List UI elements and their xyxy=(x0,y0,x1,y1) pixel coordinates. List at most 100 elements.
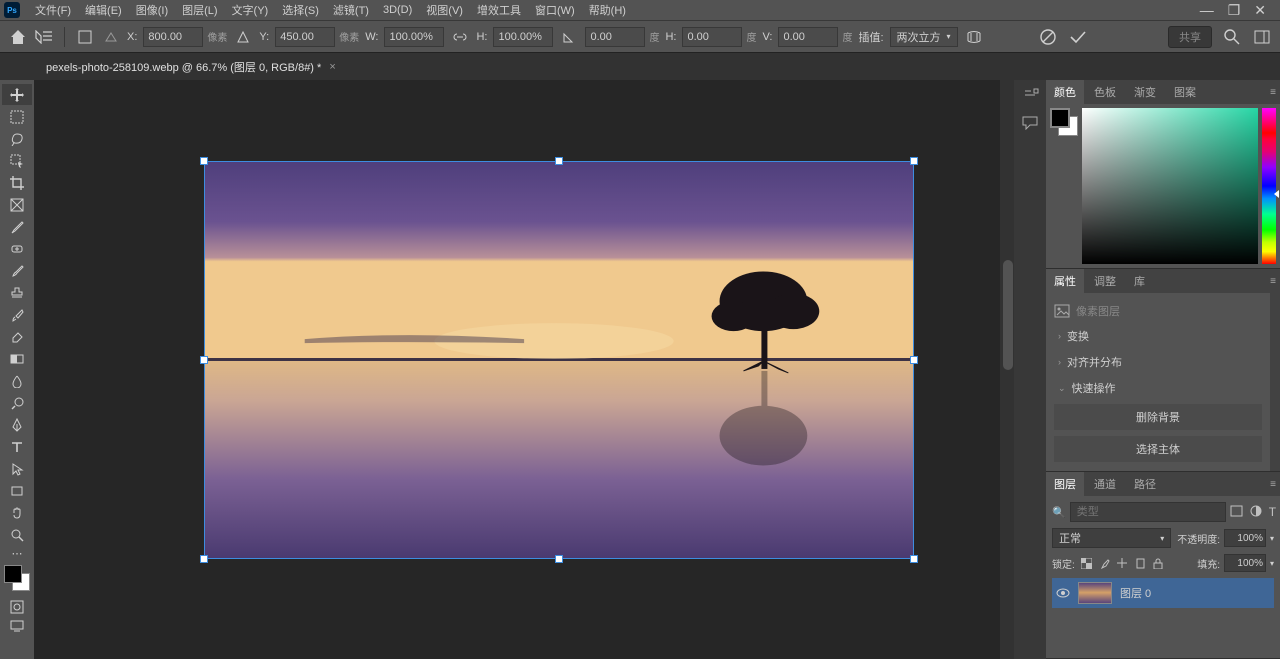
lock-all-icon[interactable] xyxy=(1153,558,1163,569)
panel-menu-icon[interactable]: ≡ xyxy=(1270,276,1276,287)
home-icon[interactable] xyxy=(8,27,28,47)
menu-filter[interactable]: 滤镜(T) xyxy=(326,2,376,18)
transform-handle-tl[interactable] xyxy=(200,157,208,165)
tab-libraries[interactable]: 库 xyxy=(1126,269,1153,293)
menu-window[interactable]: 窗口(W) xyxy=(528,2,582,18)
menu-select[interactable]: 选择(S) xyxy=(275,2,326,18)
angle-input[interactable] xyxy=(585,27,645,47)
hand-tool[interactable] xyxy=(2,502,32,523)
warp-icon[interactable] xyxy=(964,27,984,47)
scrollbar-thumb[interactable] xyxy=(1003,260,1013,370)
color-field[interactable] xyxy=(1082,108,1258,264)
window-minimize-icon[interactable]: — xyxy=(1200,2,1214,19)
skew-h-input[interactable] xyxy=(682,27,742,47)
path-select-tool[interactable] xyxy=(2,458,32,479)
tab-swatches[interactable]: 色板 xyxy=(1086,80,1124,104)
share-button[interactable]: 共享 xyxy=(1168,26,1212,48)
shape-tool[interactable] xyxy=(2,480,32,501)
opacity-input[interactable] xyxy=(1224,529,1266,547)
menu-image[interactable]: 图像(I) xyxy=(129,2,175,18)
filter-type-icon[interactable]: T xyxy=(1269,505,1276,519)
zoom-tool[interactable] xyxy=(2,524,32,545)
layer-item-0[interactable]: 图层 0 xyxy=(1052,578,1274,608)
triangle-icon[interactable] xyxy=(101,27,121,47)
window-maximize-icon[interactable]: ❐ xyxy=(1228,2,1241,19)
select-subject-button[interactable]: 选择主体 xyxy=(1054,436,1262,462)
menu-view[interactable]: 视图(V) xyxy=(419,2,470,18)
cancel-transform-icon[interactable] xyxy=(1038,27,1058,47)
transform-handle-mr[interactable] xyxy=(910,356,918,364)
angle-icon[interactable] xyxy=(559,27,579,47)
menu-layer[interactable]: 图层(L) xyxy=(175,2,224,18)
delta-icon[interactable] xyxy=(233,27,253,47)
menu-plugins[interactable]: 增效工具 xyxy=(470,2,528,18)
quick-select-tool[interactable] xyxy=(2,150,32,171)
eyedropper-tool[interactable] xyxy=(2,216,32,237)
color-fg-bg-swatch[interactable] xyxy=(1050,108,1078,136)
tab-adjustments[interactable]: 调整 xyxy=(1086,269,1124,293)
search-icon[interactable]: 🔍 xyxy=(1052,506,1066,519)
edit-toolbox-icon[interactable]: ⋯ xyxy=(2,546,32,560)
tab-color[interactable]: 颜色 xyxy=(1046,80,1084,104)
gradient-tool[interactable] xyxy=(2,348,32,369)
section-align[interactable]: ›对齐并分布 xyxy=(1054,349,1262,375)
hue-pointer[interactable] xyxy=(1274,190,1279,198)
layer-thumbnail[interactable] xyxy=(1078,582,1112,604)
healing-tool[interactable] xyxy=(2,238,32,259)
frame-tool[interactable] xyxy=(2,194,32,215)
transform-handle-bc[interactable] xyxy=(555,555,563,563)
foreground-color[interactable] xyxy=(4,565,22,583)
screen-mode-icon[interactable] xyxy=(10,620,24,632)
transform-handle-br[interactable] xyxy=(910,555,918,563)
panel-fg-color[interactable] xyxy=(1050,108,1070,128)
stamp-tool[interactable] xyxy=(2,282,32,303)
transform-handle-bl[interactable] xyxy=(200,555,208,563)
transform-handle-ml[interactable] xyxy=(200,356,208,364)
h-input[interactable] xyxy=(493,27,553,47)
menu-edit[interactable]: 编辑(E) xyxy=(78,2,129,18)
blur-tool[interactable] xyxy=(2,370,32,391)
strip-heal-icon[interactable] xyxy=(1020,86,1040,104)
lock-position-icon[interactable] xyxy=(1117,558,1128,569)
hue-slider[interactable] xyxy=(1262,108,1276,264)
transform-handle-tc[interactable] xyxy=(555,157,563,165)
tool-preset-icon[interactable] xyxy=(34,27,54,47)
reference-point-icon[interactable] xyxy=(75,27,95,47)
link-wh-icon[interactable] xyxy=(450,27,470,47)
eraser-tool[interactable] xyxy=(2,326,32,347)
tab-properties[interactable]: 属性 xyxy=(1046,269,1084,293)
commit-transform-icon[interactable] xyxy=(1068,27,1088,47)
fill-input[interactable] xyxy=(1224,554,1266,572)
tab-channels[interactable]: 通道 xyxy=(1086,472,1124,496)
quick-mask-icon[interactable] xyxy=(10,600,24,614)
lock-paint-icon[interactable] xyxy=(1099,558,1110,569)
properties-scrollbar[interactable] xyxy=(1270,293,1280,471)
strip-comment-icon[interactable] xyxy=(1020,114,1040,132)
tab-layers[interactable]: 图层 xyxy=(1046,472,1084,496)
lasso-tool[interactable] xyxy=(2,128,32,149)
y-input[interactable] xyxy=(275,27,335,47)
transform-handle-tr[interactable] xyxy=(910,157,918,165)
pen-tool[interactable] xyxy=(2,414,32,435)
lock-pixels-icon[interactable] xyxy=(1081,558,1092,569)
panel-menu-icon[interactable]: ≡ xyxy=(1270,479,1276,490)
type-tool[interactable] xyxy=(2,436,32,457)
menu-3d[interactable]: 3D(D) xyxy=(376,4,419,16)
panel-menu-icon[interactable]: ≡ xyxy=(1270,87,1276,98)
color-swatch[interactable] xyxy=(4,565,30,591)
skew-v-input[interactable] xyxy=(778,27,838,47)
menu-file[interactable]: 文件(F) xyxy=(28,2,78,18)
layer-filter-input[interactable] xyxy=(1070,502,1226,522)
window-close-icon[interactable]: ✕ xyxy=(1254,2,1266,19)
section-quick[interactable]: ⌄快速操作 xyxy=(1054,375,1262,401)
crop-tool[interactable] xyxy=(2,172,32,193)
workspace-icon[interactable] xyxy=(1252,27,1272,47)
transform-bounding-box[interactable] xyxy=(204,161,914,559)
brush-tool[interactable] xyxy=(2,260,32,281)
interpolation-dropdown[interactable]: 两次立方▾ xyxy=(890,27,958,47)
section-transform[interactable]: ›变换 xyxy=(1054,323,1262,349)
document-tab[interactable]: pexels-photo-258109.webp @ 66.7% (图层 0, … xyxy=(36,54,346,80)
filter-pixel-icon[interactable] xyxy=(1230,505,1243,519)
move-tool[interactable] xyxy=(2,84,32,105)
remove-background-button[interactable]: 删除背景 xyxy=(1054,404,1262,430)
